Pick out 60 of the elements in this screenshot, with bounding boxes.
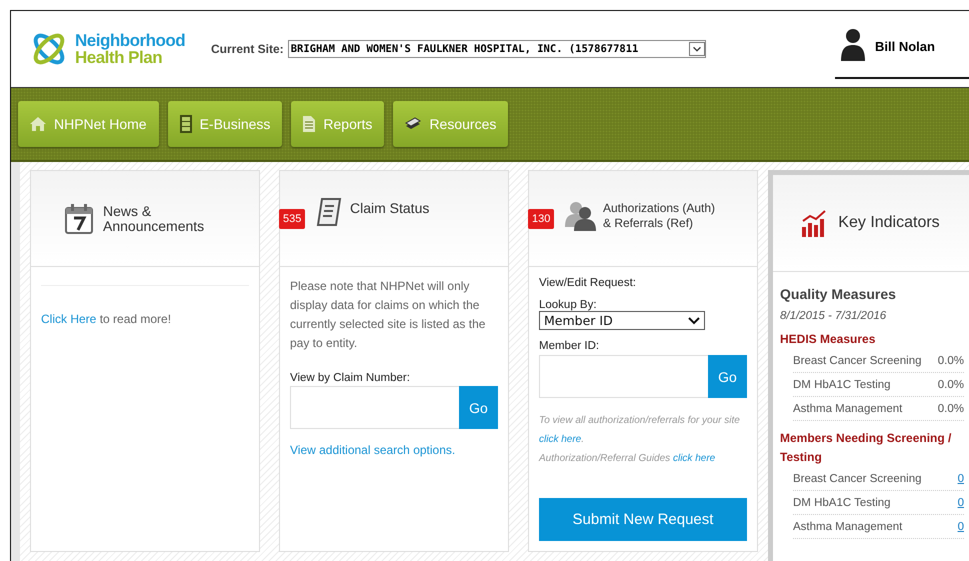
home-icon	[30, 117, 46, 131]
field-label: View by Claim Number:	[290, 372, 411, 384]
section-title: Quality Measures	[780, 286, 897, 302]
nav-button[interactable]: Resources	[393, 101, 508, 147]
nav-button[interactable]: Reports	[291, 101, 384, 147]
calendar-icon	[65, 204, 93, 234]
caret-icon	[688, 42, 705, 56]
lookup-select[interactable]: Member ID	[539, 311, 705, 330]
user-name[interactable]: Bill Nolan	[875, 39, 935, 54]
claims-note: Please note that NHPNet will only display data for claims on which the currently selected site is listed as the pay to entity.	[290, 278, 486, 352]
measure-name: Asthma Management	[793, 520, 902, 532]
measure-value: 0.0%	[938, 354, 964, 366]
date-range: 8/1/2015 - 7/31/2016	[780, 310, 888, 322]
measure-name: Asthma Management	[793, 402, 902, 414]
card-title: Claim Status	[350, 201, 430, 216]
site-label: Current Site:	[211, 42, 284, 56]
click-here-link[interactable]: click here	[539, 434, 582, 445]
click-here-link[interactable]: click here	[672, 453, 716, 464]
count-badge: 535	[279, 209, 306, 229]
go-button[interactable]: Go	[459, 386, 498, 429]
group-title: HEDIS Measures	[780, 331, 876, 348]
books-icon	[405, 117, 422, 131]
field-label: Lookup By:	[539, 299, 598, 311]
chart-icon	[802, 209, 828, 237]
card-title: Key Indicators	[838, 214, 940, 232]
submit-request-button[interactable]: Submit New Request	[539, 498, 747, 541]
member-id-field[interactable]	[539, 355, 708, 398]
measure-name: Breast Cancer Screening	[793, 354, 922, 366]
claim-number-field[interactable]	[290, 386, 459, 429]
go-button[interactable]: Go	[708, 355, 747, 398]
search-options-link[interactable]: View additional search options.	[290, 443, 498, 457]
site-select[interactable]: BRIGHAM AND WOMEN'S FAULKNER HOSPITAL, INC. (1578677811	[288, 40, 706, 58]
count-link[interactable]: 0	[958, 496, 964, 508]
field-label: View/Edit Request:	[539, 277, 637, 289]
cabinet-icon	[180, 115, 192, 133]
logo-text: Neighborhood	[75, 32, 186, 49]
note-text: Authorization/Referral Guides click here	[539, 452, 716, 466]
card-title: Authorizations (Auth) & Referrals (Ref)	[603, 201, 716, 231]
people-icon	[565, 201, 597, 231]
receipt-icon	[316, 197, 342, 229]
logo-text: Health Plan	[75, 49, 162, 66]
measure-name: DM HbA1C Testing	[793, 496, 891, 508]
measure-value: 0.0%	[938, 378, 964, 390]
nav-button[interactable]: E-Business	[168, 101, 282, 147]
user-icon	[841, 27, 865, 61]
measure-name: Breast Cancer Screening	[793, 472, 922, 484]
nav-button[interactable]: NHPNet Home	[18, 101, 159, 147]
measure-name: DM HbA1C Testing	[793, 378, 891, 390]
field-label: Member ID:	[539, 340, 600, 352]
count-link[interactable]: 0	[958, 472, 964, 484]
caret-icon	[688, 316, 700, 324]
group-title: Members Needing Screening / Testing	[780, 430, 952, 466]
count-badge: 130	[528, 209, 554, 229]
click-here-link[interactable]: Click Here	[41, 312, 96, 326]
measure-value: 0.0%	[938, 402, 964, 414]
news-text: Click Here to read more!	[41, 311, 172, 328]
count-link[interactable]: 0	[958, 520, 964, 532]
note-text: To view all authorization/referrals for your site click here.	[539, 414, 741, 447]
card-title: News & Announcements	[103, 204, 204, 234]
document-icon	[303, 116, 316, 132]
